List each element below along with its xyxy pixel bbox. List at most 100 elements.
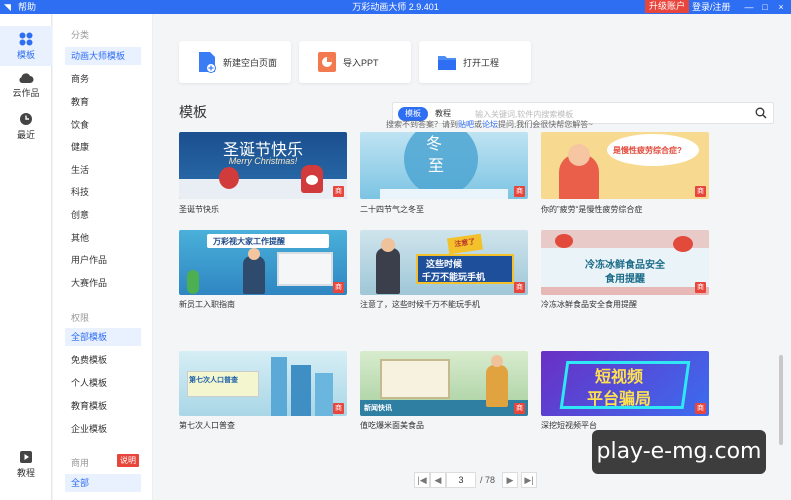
- hint-text-before: 搜索不到答案？请到: [386, 120, 458, 129]
- template-card[interactable]: 第七次人口普查 商 第七次人口普查: [179, 351, 347, 441]
- close-button[interactable]: ×: [774, 0, 788, 14]
- permission-free-templates[interactable]: 免费模板: [65, 351, 141, 369]
- commercial-badge: 商: [695, 403, 706, 414]
- thumb-building: [291, 365, 311, 416]
- hint-text-after: 提问,我们会很快帮您解答~: [498, 120, 593, 129]
- new-blank-page-label: 新建空白页面: [223, 58, 278, 68]
- thumb-bottom-deco: [541, 287, 709, 295]
- template-thumbnail-fatigue: 是慢性疲劳综合症?: [541, 132, 709, 199]
- template-title: 深挖短视频平台: [541, 421, 597, 430]
- nav-templates-label: 模板: [16, 50, 35, 60]
- thumb-art-subtitle: 千万不能玩手机: [422, 272, 486, 282]
- thumb-art-title: 万彩视大家工作提醒: [213, 237, 285, 246]
- upgrade-account-button[interactable]: 升级账户: [645, 0, 690, 13]
- thumb-person-head: [568, 144, 590, 166]
- category-food[interactable]: 饮食: [65, 116, 141, 134]
- nav-tutorial[interactable]: 教程: [0, 444, 52, 484]
- minimize-button[interactable]: —: [742, 0, 756, 14]
- template-thumbnail-christmas: 圣诞节快乐 Merry Christmas!: [179, 132, 347, 199]
- nav-recent[interactable]: 最近: [0, 106, 52, 146]
- commercial-badge: 商: [333, 282, 344, 293]
- template-thumbnail-phone-warning: 注意了 这些时候 千万不能玩手机: [360, 230, 528, 295]
- template-title: 新员工入职指南: [179, 300, 235, 309]
- permission-education-templates[interactable]: 教育模板: [65, 397, 141, 415]
- thumb-santa-beard: [306, 175, 318, 185]
- commercial-group-label: 商用: [71, 458, 90, 468]
- template-title: 值吃爆米面美食品: [360, 421, 424, 430]
- templates-heading: 模板: [179, 104, 207, 120]
- commercial-all[interactable]: 全部: [65, 474, 141, 492]
- nav-recent-label: 最近: [16, 130, 35, 140]
- search-icon[interactable]: [755, 107, 767, 119]
- thumb-art-title: 第七次人口普查: [189, 377, 238, 384]
- watermark: play-e-mg.com: [592, 430, 766, 474]
- permission-all-templates[interactable]: 全部模板: [65, 328, 141, 346]
- nav-cloud-works[interactable]: 云作品: [0, 66, 52, 106]
- template-card[interactable]: 冷冻冰鲜食品安全 食用提醒 商 冷冻冰鲜食品安全食用提醒: [541, 230, 709, 320]
- template-title: 圣诞节快乐: [179, 205, 219, 214]
- open-project-label: 打开工程: [463, 58, 500, 68]
- thumb-man-head: [381, 238, 395, 252]
- prev-page-button[interactable]: ◀: [430, 472, 446, 488]
- ppt-file-icon: [318, 52, 336, 72]
- permission-group-label: 权限: [71, 313, 90, 323]
- permission-enterprise-templates[interactable]: 企业模板: [65, 420, 141, 438]
- thumb-man: [376, 248, 400, 294]
- grid-icon: [19, 32, 33, 46]
- template-thumbnail-winter-solstice: 冬 至: [360, 132, 528, 199]
- thumb-whiteboard: [277, 252, 333, 286]
- category-tech[interactable]: 科技: [65, 183, 141, 201]
- thumb-building: [271, 357, 287, 416]
- tieba-link[interactable]: 贴吧: [458, 120, 474, 129]
- new-blank-page-button[interactable]: 新建空白页面: [179, 41, 291, 83]
- commercial-badge: 商: [333, 403, 344, 414]
- template-thumbnail-food-news: 新闻快讯: [360, 351, 528, 416]
- hint-text-mid: 或: [474, 120, 482, 129]
- category-creative[interactable]: 创意: [65, 206, 141, 224]
- template-card[interactable]: 短视频 平台骗局 商 深挖短视频平台: [541, 351, 709, 441]
- category-sidebar: 分类 动画大师模板 商务 教育 饮食 健康 生活 科技 创意 其他 用户作品 大…: [53, 14, 153, 500]
- template-card[interactable]: 万彩视大家工作提醒 商 新员工入职指南: [179, 230, 347, 320]
- template-card[interactable]: 是慢性疲劳综合症? 商 你的”疲劳“是慢性疲劳综合症: [541, 132, 709, 222]
- category-user-works[interactable]: 用户作品: [65, 251, 141, 269]
- template-thumbnail-onboarding: 万彩视大家工作提醒: [179, 230, 347, 295]
- page-number-input[interactable]: 3: [446, 472, 476, 488]
- category-animation-master[interactable]: 动画大师模板: [65, 47, 141, 65]
- forum-link[interactable]: 论坛: [482, 120, 498, 129]
- thumb-snow: [380, 189, 508, 199]
- maximize-button[interactable]: □: [758, 0, 772, 14]
- new-document-icon: [199, 52, 216, 73]
- commercial-info-badge[interactable]: 说明: [117, 454, 139, 467]
- category-contest-works[interactable]: 大赛作品: [65, 274, 141, 292]
- category-other[interactable]: 其他: [65, 229, 141, 247]
- open-project-button[interactable]: 打开工程: [419, 41, 531, 83]
- template-title: 注意了，这些时候千万不能玩手机: [360, 300, 480, 309]
- template-card[interactable]: 圣诞节快乐 Merry Christmas! 商 圣诞节快乐: [179, 132, 347, 222]
- cloud-icon: [19, 73, 34, 83]
- permission-personal-templates[interactable]: 个人模板: [65, 374, 141, 392]
- commercial-badge: 商: [514, 186, 525, 197]
- category-life[interactable]: 生活: [65, 161, 141, 179]
- import-ppt-button[interactable]: 导入PPT: [299, 41, 411, 83]
- nav-cloud-label: 云作品: [12, 88, 40, 98]
- template-list-scrollbar[interactable]: [779, 355, 783, 445]
- next-page-button[interactable]: ▶: [502, 472, 518, 488]
- template-card[interactable]: 注意了 这些时候 千万不能玩手机 商 注意了，这些时候千万不能玩手机: [360, 230, 528, 320]
- template-card[interactable]: 新闻快讯 商 值吃爆米面美食品: [360, 351, 528, 441]
- category-business[interactable]: 商务: [65, 70, 141, 88]
- thumb-art-subtitle: 至: [428, 158, 445, 175]
- last-page-button[interactable]: ▶|: [521, 472, 537, 488]
- nav-templates[interactable]: 模板: [0, 26, 52, 66]
- commercial-badge: 商: [333, 186, 344, 197]
- first-page-button[interactable]: |◀: [414, 472, 430, 488]
- commercial-badge: 商: [514, 403, 525, 414]
- thumb-reporter: [486, 365, 508, 407]
- login-register-link[interactable]: 登录/注册: [692, 1, 731, 13]
- thumb-presenter-head: [248, 248, 260, 260]
- thumb-art-subtitle: 食用提醒: [605, 274, 645, 285]
- category-education[interactable]: 教育: [65, 93, 141, 111]
- template-card[interactable]: 冬 至 商 二十四节气之冬至: [360, 132, 528, 222]
- thumb-presenter: [243, 256, 265, 294]
- category-health[interactable]: 健康: [65, 138, 141, 156]
- template-thumbnail-census: 第七次人口普查: [179, 351, 347, 416]
